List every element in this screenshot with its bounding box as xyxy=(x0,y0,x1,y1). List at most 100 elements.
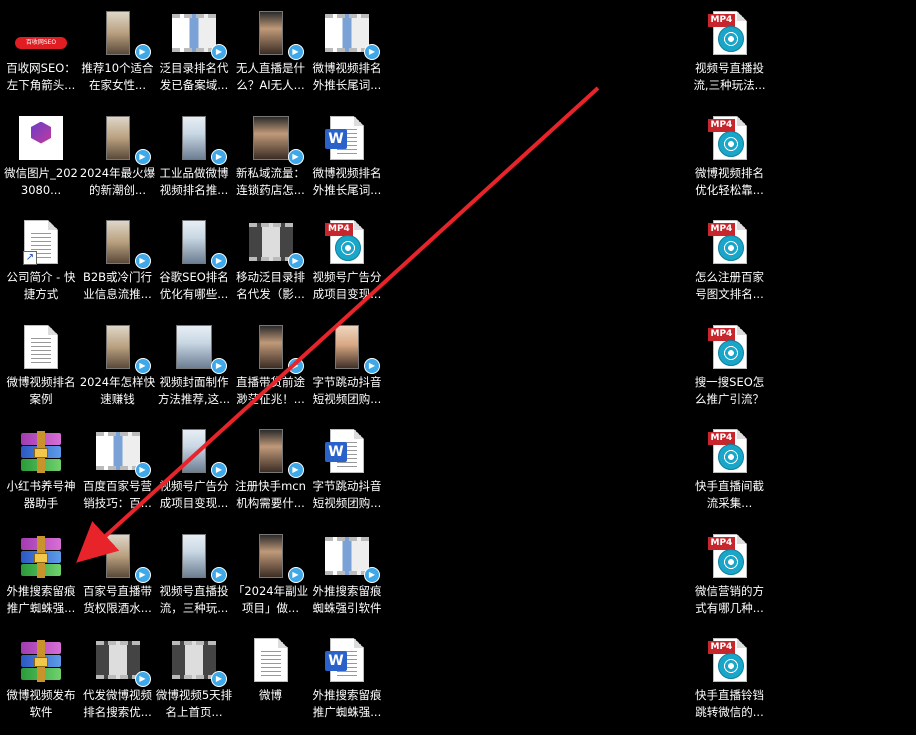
icon-label: 谷歌SEO排名优化有哪些... xyxy=(159,270,229,301)
desktop-icon[interactable]: 微信图片_2023080... xyxy=(2,109,80,213)
icon-thumbnail: MP4 xyxy=(691,8,769,58)
video-thumbnail-icon xyxy=(248,223,293,261)
desktop-icon[interactable]: ▶ 无人直播是什么？AI无人... xyxy=(232,4,310,108)
icon-thumbnail: ▶ xyxy=(155,113,233,165)
desktop-icon[interactable]: W 字节跳动抖音短视频团购... xyxy=(308,422,386,526)
desktop-icon[interactable]: MP4 视频号广告分成项目变现... xyxy=(308,213,386,317)
icon-label: 推荐10个适合在家女性... xyxy=(81,61,154,92)
desktop-icon[interactable]: W 微博视频排名外推长尾词... xyxy=(308,109,386,213)
video-thumbnail-icon xyxy=(325,536,369,575)
desktop-icon[interactable]: ▶ 代发微博视频排名搜索优... xyxy=(79,631,157,735)
icon-thumbnail: ▶ xyxy=(155,635,233,687)
icon-label: 搜一搜SEO怎么推广引流？ xyxy=(694,374,765,406)
icon-label: 新私域流量：连锁药店怎... xyxy=(236,165,305,197)
desktop-icon[interactable]: ▶ 微博视频排名外推长尾词... xyxy=(308,4,386,108)
video-thumbnail-icon xyxy=(105,220,130,264)
mp4-video-icon: MP4 xyxy=(707,429,747,473)
icon-label: 微信图片_2023080... xyxy=(4,165,78,197)
desktop-icon[interactable]: ▶ 推荐10个适合在家女性... xyxy=(79,4,157,108)
icon-thumbnail: ▶ xyxy=(155,426,233,478)
icon-label: 视频号直播投流,三种玩法... xyxy=(693,61,766,92)
mp4-tag: MP4 xyxy=(707,327,736,341)
icon-label: 微博视频5天排名上首页... xyxy=(155,688,233,719)
desktop-icon[interactable]: ↗ 公司简介 - 快捷方式 xyxy=(2,213,80,317)
video-thumbnail-icon xyxy=(258,11,283,55)
desktop-icon[interactable]: ▶ 直播带货前途渺茫征兆！... xyxy=(232,318,310,422)
desktop-icon[interactable]: W 外推搜索留痕推广蜘蛛强... xyxy=(308,631,386,735)
icon-thumbnail: ▶ xyxy=(232,426,310,478)
desktop-icon[interactable]: 百收网SEO 百收网SEO：左下角箭头... xyxy=(2,4,80,108)
icon-thumbnail: MP4 xyxy=(691,426,769,476)
desktop-icon[interactable]: 微博视频排名案例 xyxy=(2,318,80,422)
desktop-icon[interactable]: ▶ 2024年怎样快速赚钱 xyxy=(79,318,157,422)
text-file-icon xyxy=(253,638,288,682)
desktop-icon[interactable]: MP4 怎么注册百家号图文排名... xyxy=(691,213,769,317)
desktop-icon[interactable]: 外推搜索留痕推广蜘蛛强... xyxy=(2,527,80,631)
video-thumbnail-icon xyxy=(335,324,359,369)
icon-label: 外推搜索留痕推广蜘蛛强... xyxy=(312,688,382,719)
desktop-icon[interactable]: ▶ 移动泛目录排名代发（影... xyxy=(232,213,310,317)
icon-label: 微博视频发布软件 xyxy=(6,688,76,719)
desktop-icon[interactable]: ▶ 外推搜索留痕蜘蛛强引软件 xyxy=(308,527,386,631)
desktop-icon[interactable]: ▶ 微博视频5天排名上首页... xyxy=(155,631,233,735)
desktop-icon[interactable]: 小红书养号神器助手 xyxy=(2,422,80,526)
text-lines-icon xyxy=(260,651,281,677)
icon-label: 注册快手mcn机构需要什... xyxy=(235,479,306,510)
icon-thumbnail: MP4 xyxy=(691,531,769,581)
video-thumbnail-icon xyxy=(258,533,283,578)
video-thumbnail-icon xyxy=(258,324,283,369)
desktop-icon[interactable]: ▶ 视频封面制作方法推荐,这... xyxy=(155,318,233,422)
desktop-icon[interactable]: MP4 快手直播铃铛跳转微信的... xyxy=(691,631,769,735)
desktop-icon[interactable]: MP4 搜一搜SEO怎么推广引流？ xyxy=(691,318,769,422)
icon-thumbnail: W xyxy=(308,113,386,163)
video-badge-icon: ▶ xyxy=(287,253,304,269)
desktop-icon[interactable]: ▶ 谷歌SEO排名优化有哪些... xyxy=(155,213,233,317)
icon-label: 视频封面制作方法推荐,这... xyxy=(157,374,231,406)
desktop-icon[interactable]: ▶ B2B或冷门行业信息流推... xyxy=(79,213,157,317)
video-thumbnail-icon xyxy=(95,432,140,470)
icon-label: 2024年怎样快速赚钱 xyxy=(79,374,156,406)
mp4-video-icon: MP4 xyxy=(707,11,747,55)
video-badge-icon: ▶ xyxy=(211,671,227,687)
icon-label: 微信营销的方式有哪几种... xyxy=(695,583,764,615)
word-logo-icon: W xyxy=(325,128,347,149)
desktop-icon[interactable]: ▶ 百度百家号营销技巧：百... xyxy=(79,422,157,526)
desktop-icon[interactable]: ▶ 视频号直播投流，三种玩... xyxy=(155,527,233,631)
video-badge-icon: ▶ xyxy=(287,566,304,583)
icon-thumbnail: MP4 xyxy=(691,113,769,163)
desktop-icon[interactable]: ▶ 新私域流量：连锁药店怎... xyxy=(232,109,310,213)
icon-label: 百家号直播带货权限酒水... xyxy=(83,583,152,615)
icon-label: 字节跳动抖音短视频团购... xyxy=(312,479,382,510)
icon-label: 视频号直播投流，三种玩... xyxy=(159,583,229,615)
icon-label: 怎么注册百家号图文排名... xyxy=(695,270,764,301)
desktop-icon[interactable]: ▶ 「2024年副业项目」做... xyxy=(232,527,310,631)
video-badge-icon: ▶ xyxy=(134,566,151,583)
desktop-icon[interactable]: MP4 快手直播间截流采集... xyxy=(691,422,769,526)
video-thumbnail-icon xyxy=(105,115,130,160)
desktop-icon[interactable]: ▶ 字节跳动抖音短视频团购... xyxy=(308,318,386,422)
icon-thumbnail: ▶ xyxy=(232,113,310,165)
film-reel-icon xyxy=(335,235,361,261)
desktop-icon[interactable]: ▶ 百家号直播带货权限酒水... xyxy=(79,527,157,631)
video-thumbnail-icon xyxy=(105,533,130,578)
icon-thumbnail: ▶ xyxy=(79,635,157,687)
icon-label: 直播带货前途渺茫征兆！... xyxy=(236,374,305,406)
desktop-icon[interactable]: ▶ 注册快手mcn机构需要什... xyxy=(232,422,310,526)
desktop-icon[interactable]: ▶ 泛目录排名代发已备案域... xyxy=(155,4,233,108)
desktop-icon[interactable]: ▶ 2024年最火爆的新潮创... xyxy=(79,109,157,213)
desktop-icon[interactable]: 微博 xyxy=(232,631,310,735)
icon-thumbnail: ▶ xyxy=(79,113,157,165)
video-badge-icon: ▶ xyxy=(134,357,151,374)
film-reel-icon xyxy=(717,653,744,679)
desktop-icon[interactable]: MP4 视频号直播投流,三种玩法... xyxy=(691,4,769,108)
mp4-video-icon: MP4 xyxy=(325,220,364,264)
desktop-icon[interactable]: ▶ 工业品做微博视频排名推... xyxy=(155,109,233,213)
icon-thumbnail: ▶ xyxy=(79,322,157,374)
desktop-icon[interactable]: 微博视频发布软件 xyxy=(2,631,80,735)
video-thumbnail-icon xyxy=(105,11,130,55)
desktop-icon[interactable]: ▶ 视频号广告分成项目变现... xyxy=(155,422,233,526)
video-thumbnail-icon xyxy=(258,429,283,473)
desktop-icon[interactable]: MP4 微博视频排名优化轻松靠... xyxy=(691,109,769,213)
desktop-icon[interactable]: MP4 微信营销的方式有哪几种... xyxy=(691,527,769,631)
video-thumbnail-icon xyxy=(325,14,369,52)
